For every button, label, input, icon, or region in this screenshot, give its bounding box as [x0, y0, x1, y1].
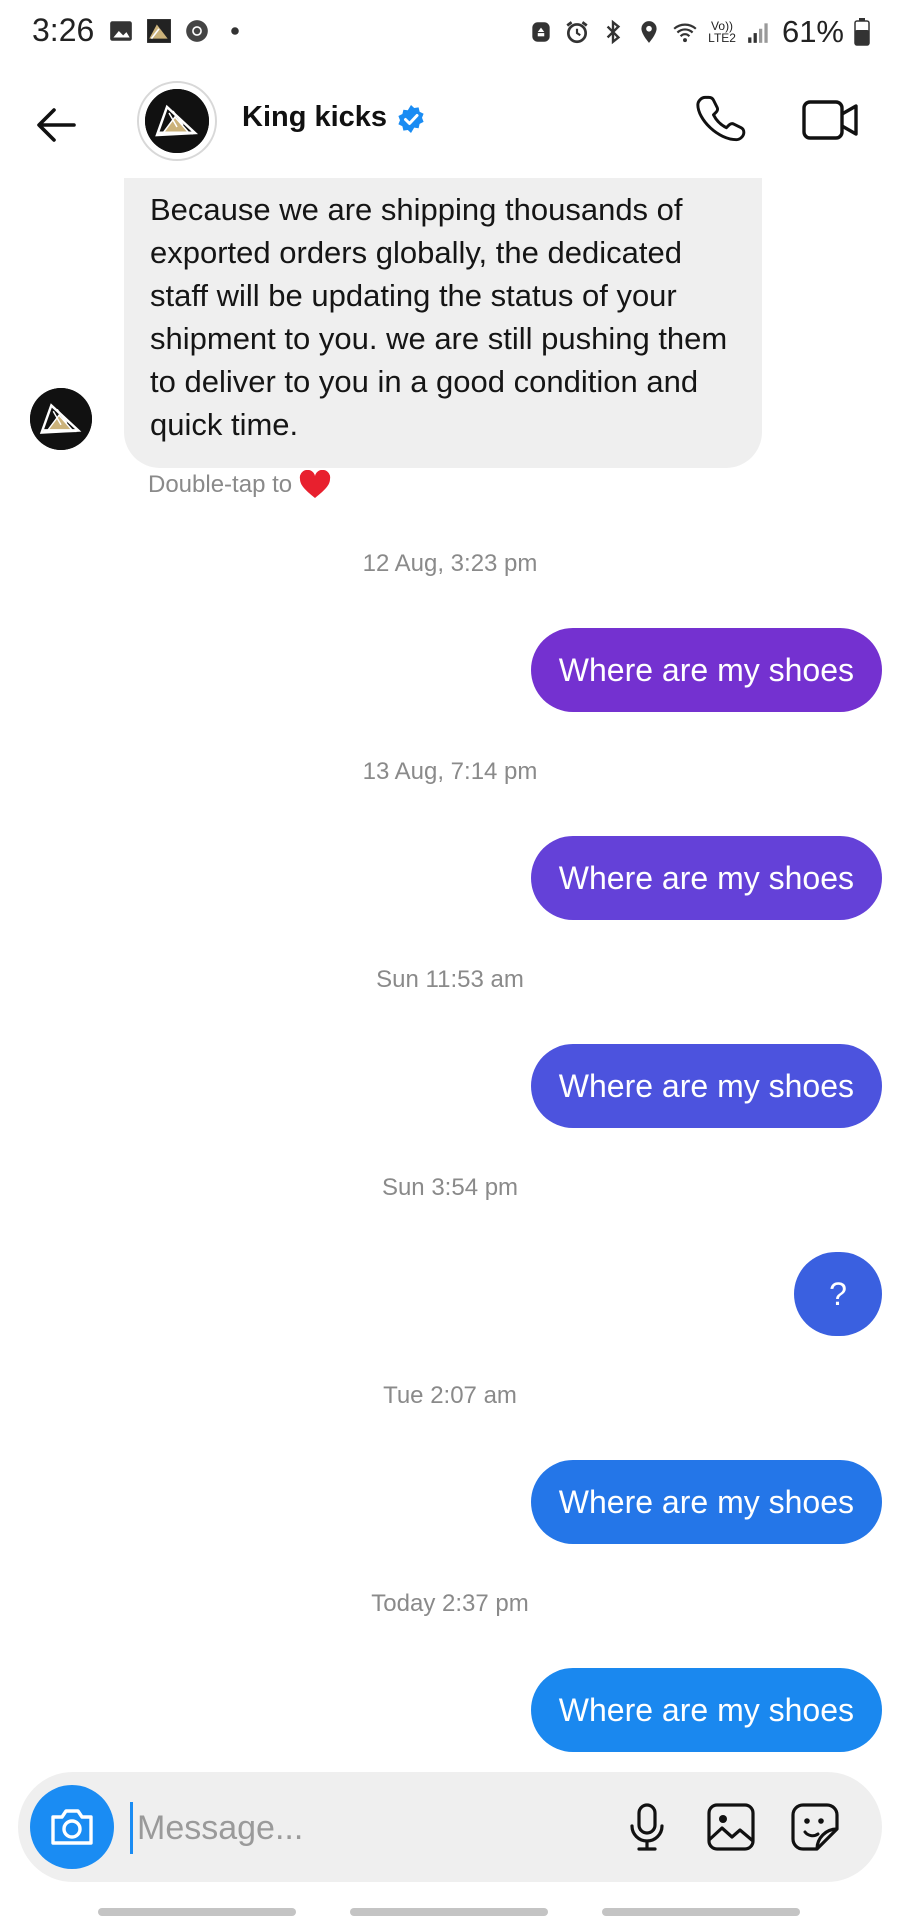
signal-icon: [748, 23, 768, 43]
alarm-icon: [566, 21, 588, 44]
camera-icon: [51, 1809, 93, 1845]
sent-message[interactable]: Where are my shoes: [530, 1668, 882, 1752]
nav-back-handle[interactable]: [602, 1908, 800, 1916]
received-message-text: Because we are shipping thousands of exp…: [150, 192, 728, 442]
timestamp: Today 2:37 pm: [371, 1590, 529, 1617]
nav-home-handle[interactable]: [350, 1908, 548, 1916]
contact-name[interactable]: King kicks: [242, 101, 387, 134]
sticker-icon[interactable]: [788, 1800, 842, 1854]
timestamp: Tue 2:07 am: [383, 1382, 517, 1409]
microphone-icon[interactable]: [620, 1800, 674, 1854]
sent-message[interactable]: Where are my shoes: [530, 836, 882, 920]
system-icons: Vo)) LTE2 61%: [528, 14, 870, 50]
phone-call-icon[interactable]: [694, 92, 750, 148]
timestamp: Sun 3:54 pm: [381, 1174, 519, 1201]
message-thread[interactable]: Because we are shipping thousands of exp…: [0, 178, 900, 1768]
heart-icon: [299, 470, 331, 498]
verified-badge-icon: [398, 105, 424, 133]
status-time: 3:26: [32, 12, 95, 48]
battery-icon: [854, 18, 870, 46]
timestamp: 12 Aug, 3:23 pm: [362, 550, 538, 577]
message-composer: [18, 1772, 882, 1882]
back-arrow-icon[interactable]: [30, 98, 84, 152]
contact-avatar[interactable]: [137, 81, 217, 161]
camera-button[interactable]: [30, 1785, 114, 1869]
status-bar: 3:26 Vo)) LTE2 61%: [0, 0, 900, 66]
gallery-icon[interactable]: [704, 1800, 758, 1854]
gallery-icon: [110, 21, 132, 41]
notification-icons: [108, 18, 248, 44]
timestamp: Sun 11:53 am: [376, 966, 524, 993]
sent-message[interactable]: Where are my shoes: [530, 1460, 882, 1544]
shoe-logo-icon: [145, 89, 209, 153]
bluetooth-icon: [606, 19, 621, 45]
sent-message[interactable]: ?: [794, 1252, 882, 1336]
sender-avatar[interactable]: [30, 388, 92, 450]
recycle-icon: [532, 22, 550, 42]
nav-recent-handle[interactable]: [98, 1908, 296, 1916]
chat-header: King kicks: [0, 70, 900, 180]
sent-message[interactable]: Where are my shoes: [530, 628, 882, 712]
received-message[interactable]: Because we are shipping thousands of exp…: [124, 178, 762, 468]
network-label: Vo)) LTE2: [708, 19, 736, 45]
double-tap-hint: Double-tap to: [148, 470, 332, 500]
timestamp: 13 Aug, 7:14 pm: [362, 758, 538, 785]
dot-icon: [231, 27, 239, 35]
battery-percent: 61%: [781, 14, 844, 49]
app-thumb-icon: [147, 19, 171, 43]
sent-message[interactable]: Where are my shoes: [530, 1044, 882, 1128]
message-input[interactable]: [130, 1802, 619, 1854]
location-icon: [641, 21, 657, 43]
wifi-icon: [673, 23, 697, 43]
chrome-icon: [186, 20, 208, 42]
video-call-icon[interactable]: [800, 92, 862, 148]
system-nav-bar: [0, 1900, 900, 1930]
